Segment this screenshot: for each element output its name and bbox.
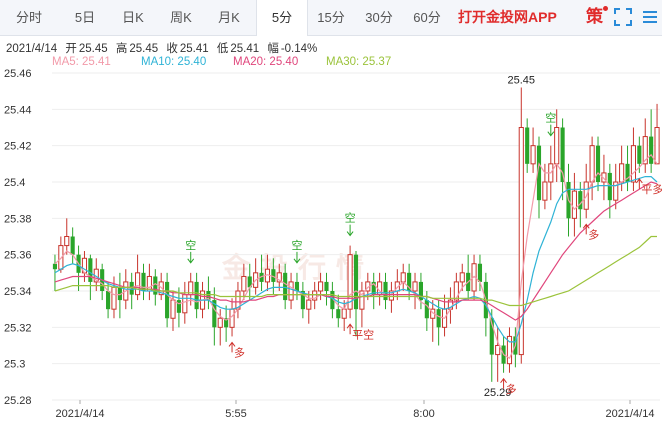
sell-signal-label: 空 — [291, 238, 302, 252]
candle-body — [353, 254, 359, 310]
high-value-label: 25.45 — [508, 75, 536, 87]
candle-body — [135, 272, 141, 296]
candle-body — [217, 317, 223, 328]
sell-signal-label: 空 — [545, 111, 556, 125]
candle-body — [106, 291, 111, 310]
candle-body — [176, 300, 181, 313]
candle-body — [341, 308, 347, 319]
buy-signal-label: 多 — [234, 345, 245, 359]
candle-body — [654, 127, 660, 165]
candle-body — [578, 191, 583, 210]
candle-body — [571, 190, 577, 219]
y-tick-label: 25.46 — [4, 68, 32, 80]
sell-signal-label: 空 — [185, 238, 196, 252]
candle-body — [111, 286, 117, 310]
candle-body — [383, 281, 388, 301]
candle-body — [619, 163, 625, 183]
buy-signal-label: 平多 — [641, 182, 662, 196]
candle-body — [637, 145, 642, 164]
candle-body — [229, 308, 235, 328]
candle-body — [88, 258, 93, 282]
x-tick-label: 2021/4/14 — [56, 408, 105, 420]
candle-body — [318, 281, 324, 292]
candle-body — [554, 127, 560, 165]
candle-body — [530, 145, 536, 165]
y-tick-label: 25.44 — [4, 104, 32, 116]
buy-signal-label: 平空 — [352, 327, 374, 341]
candle-body — [525, 127, 530, 164]
candle-body — [589, 145, 595, 183]
buy-signal-label: 多 — [588, 227, 599, 241]
candle-body — [459, 272, 465, 283]
candle-body — [649, 136, 654, 164]
y-tick-label: 25.32 — [4, 322, 32, 334]
candle-body — [412, 281, 418, 292]
candle-body — [165, 281, 170, 319]
candle-body — [324, 281, 329, 291]
x-tick-label: 5:55 — [225, 408, 246, 420]
sell-arrow-icon — [293, 251, 301, 264]
candle-body — [495, 345, 501, 356]
buy-signal-label: 多 — [506, 382, 517, 396]
x-tick-label: 2021/4/14 — [606, 408, 655, 420]
sell-arrow-icon — [187, 251, 195, 264]
candlestick-chart[interactable]: 25.46 25.44 25.42 25.4 25.38 25.36 25.34 25.32 2… — [0, 0, 662, 421]
candle-body — [52, 263, 58, 270]
sell-arrow-icon — [346, 224, 354, 237]
y-tick-label: 25.4 — [4, 177, 25, 189]
x-tick-label: 8:00 — [413, 408, 434, 420]
candle-body — [542, 181, 548, 201]
candle-body — [400, 272, 406, 283]
candle-body — [436, 309, 441, 328]
sell-signal-label: 空 — [345, 211, 356, 225]
y-tick-label: 25.3 — [4, 359, 25, 371]
sell-arrow-icon — [547, 124, 555, 137]
candle-body — [595, 145, 601, 182]
y-tick-label: 25.42 — [4, 141, 32, 153]
candle-body — [241, 275, 247, 292]
candle-body — [306, 299, 312, 310]
y-tick-label: 25.28 — [4, 395, 32, 407]
y-tick-label: 25.34 — [4, 286, 32, 298]
candle-body — [64, 236, 70, 247]
candle-body — [518, 127, 524, 356]
y-tick-label: 25.38 — [4, 213, 32, 225]
candle-body — [170, 299, 176, 319]
candle-body — [283, 272, 288, 301]
candle-body — [607, 172, 612, 201]
candle-body — [477, 263, 483, 282]
candle-body — [288, 281, 294, 301]
y-tick-label: 25.36 — [4, 250, 32, 262]
candle-body — [630, 145, 637, 183]
candle-body — [336, 309, 341, 319]
candle-body — [70, 236, 75, 255]
candle-body — [182, 294, 188, 314]
candle-body — [424, 300, 429, 319]
